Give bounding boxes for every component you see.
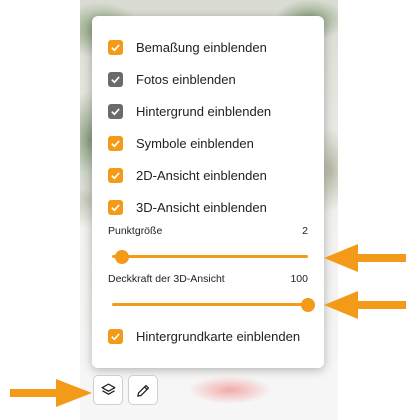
checkbox-checked-icon[interactable] (108, 135, 123, 151)
annotation-arrow-layers-button (10, 379, 92, 407)
option-photos[interactable]: Fotos einblenden (108, 69, 236, 89)
option-2d-view[interactable]: 2D-Ansicht einblenden (108, 165, 267, 185)
edit-button[interactable] (128, 375, 158, 405)
option-symbols[interactable]: Symbole einblenden (108, 133, 254, 153)
option-label: Hintergrundkarte einblenden (136, 328, 301, 344)
option-label: Hintergrund einblenden (136, 103, 272, 119)
checkbox-checked-icon[interactable] (108, 328, 123, 344)
option-label: 2D-Ansicht einblenden (136, 167, 267, 183)
option-label: Symbole einblenden (136, 135, 254, 151)
point-size-label: Punktgröße (108, 225, 163, 237)
point-size-slider-thumb[interactable] (114, 249, 129, 264)
opacity-3d-slider-track[interactable] (112, 297, 315, 312)
annotation-arrow-point-size (324, 244, 406, 272)
annotation-arrow-opacity (324, 291, 406, 319)
point-size-label-row: Punktgröße 2 (108, 225, 308, 237)
option-3d-view[interactable]: 3D-Ansicht einblenden (108, 197, 267, 217)
opacity-3d-label-row: Deckkraft der 3D-Ansicht 100 (108, 273, 308, 285)
opacity-3d-label: Deckkraft der 3D-Ansicht (108, 273, 225, 285)
checkbox-checked-icon[interactable] (108, 71, 123, 87)
opacity-3d-slider-thumb[interactable] (301, 297, 315, 312)
checkbox-checked-icon[interactable] (108, 167, 123, 183)
option-dimensions[interactable]: Bemaßung einblenden (108, 37, 267, 57)
point-size-value: 2 (302, 225, 308, 237)
option-label: Bemaßung einblenden (136, 39, 267, 55)
option-background[interactable]: Hintergrund einblenden (108, 101, 271, 121)
checkbox-checked-icon[interactable] (108, 39, 123, 55)
layers-icon (100, 382, 116, 395)
pencil-icon (136, 384, 149, 397)
opacity-3d-value: 100 (290, 273, 308, 285)
layers-button[interactable] (93, 375, 123, 405)
checkbox-checked-icon[interactable] (108, 199, 123, 215)
option-background-map[interactable]: Hintergrundkarte einblenden (108, 326, 300, 346)
layer-options-panel: Bemaßung einblenden Fotos einblenden Hin… (92, 16, 324, 368)
checkbox-checked-icon[interactable] (108, 103, 123, 119)
point-size-slider-track[interactable] (112, 249, 308, 264)
option-label: 3D-Ansicht einblenden (136, 199, 267, 215)
option-label: Fotos einblenden (136, 71, 236, 87)
